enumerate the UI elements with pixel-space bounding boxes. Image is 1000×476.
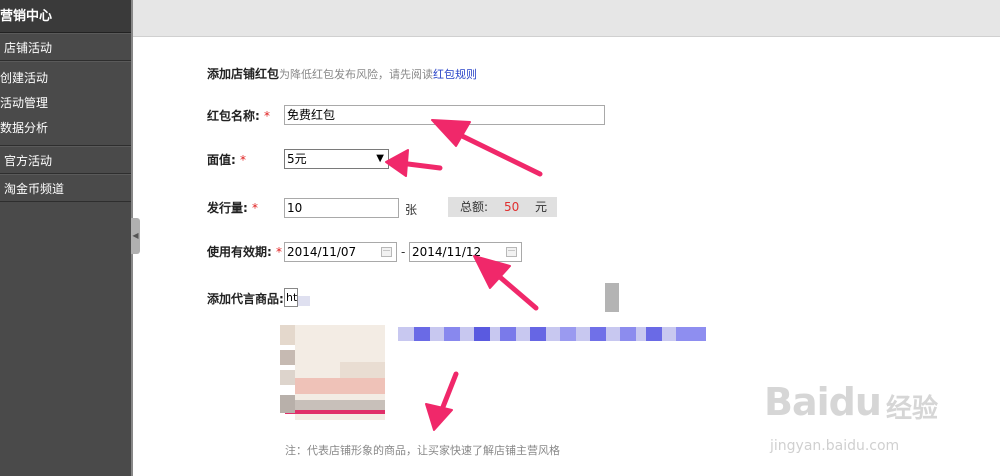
date-separator: - <box>401 245 406 259</box>
sidebar: 营销中心 店铺活动 创建活动 活动管理 数据分析 官方活动 淘金币频道 <box>0 0 131 476</box>
required-mark: * <box>276 245 282 259</box>
form-heading: 添加店铺红包为降低红包发布风险，请先阅读红包规则 <box>207 65 477 82</box>
face-value-label: 面值: * <box>207 151 246 168</box>
sidebar-section-official-activities[interactable]: 官方活动 <box>0 146 131 174</box>
quantity-input[interactable]: 10 <box>284 198 399 218</box>
sidebar-title: 营销中心 <box>0 0 131 33</box>
required-mark: * <box>252 201 258 215</box>
rules-link[interactable]: 红包规则 <box>433 68 477 81</box>
validity-label: 使用有效期: * <box>207 243 282 260</box>
sidebar-item-activity-management[interactable]: 活动管理 <box>0 91 131 116</box>
sidebar-item-data-analysis[interactable]: 数据分析 <box>0 116 131 141</box>
product-note: 注：代表店铺形象的商品，让买家快速了解店铺主营风格 <box>285 444 560 457</box>
sidebar-item-create-activity[interactable]: 创建活动 <box>0 66 131 91</box>
top-bar <box>133 0 1000 37</box>
dropdown-arrow-icon: ▼ <box>376 153 384 164</box>
face-value-select[interactable]: 5元 ▼ <box>284 149 389 169</box>
sidebar-section-taojinbi[interactable]: 淘金币频道 <box>0 174 131 202</box>
sidebar-section-shop-activities[interactable]: 店铺活动 <box>0 33 131 61</box>
face-value-label-text: 面值: <box>207 153 236 167</box>
required-mark: * <box>264 109 270 123</box>
product-label: 添加代言商品: * <box>207 290 294 307</box>
total-label: 总额: <box>460 200 489 214</box>
total-amount-box: 总额: 50 元 <box>448 197 557 217</box>
name-label-text: 红包名称: <box>207 109 260 123</box>
name-label: 红包名称: * <box>207 107 270 124</box>
required-mark: * <box>240 153 246 167</box>
end-date-value: 2014/11/12 <box>412 245 482 259</box>
total-value: 50 <box>504 200 520 214</box>
chevron-left-icon: ◀ <box>132 231 139 240</box>
baidu-jingyan-watermark: Baidu 经验 jingyan.baidu.com <box>760 380 990 470</box>
quantity-label: 发行量: * <box>207 199 258 216</box>
face-value-selected: 5元 <box>287 152 307 166</box>
total-unit: 元 <box>535 200 548 214</box>
calendar-icon[interactable] <box>381 247 392 257</box>
arrow-head <box>425 403 453 431</box>
arrow-head <box>385 149 409 177</box>
name-input[interactable]: 免费红包 <box>284 105 605 125</box>
product-label-text: 添加代言商品: <box>207 292 284 306</box>
watermark-url: jingyan.baidu.com <box>770 438 900 454</box>
product-input[interactable]: ht <box>284 288 298 307</box>
validity-label-text: 使用有效期: <box>207 245 272 259</box>
quantity-label-text: 发行量: <box>207 201 248 215</box>
sidebar-submenu: 创建活动 活动管理 数据分析 <box>0 61 131 146</box>
start-date-value: 2014/11/07 <box>287 245 357 259</box>
form-heading-title: 添加店铺红包 <box>207 67 280 81</box>
watermark-cn: 经验 <box>886 394 939 424</box>
quantity-unit: 张 <box>405 203 418 217</box>
sidebar-collapse-handle[interactable]: ◀ <box>131 218 140 254</box>
end-date-input[interactable]: 2014/11/12 <box>409 242 522 262</box>
form-heading-hint: 为降低红包发布风险，请先阅读 <box>279 68 434 81</box>
calendar-icon[interactable] <box>506 247 517 257</box>
start-date-input[interactable]: 2014/11/07 <box>284 242 397 262</box>
baidu-logo: Baidu <box>764 380 882 424</box>
